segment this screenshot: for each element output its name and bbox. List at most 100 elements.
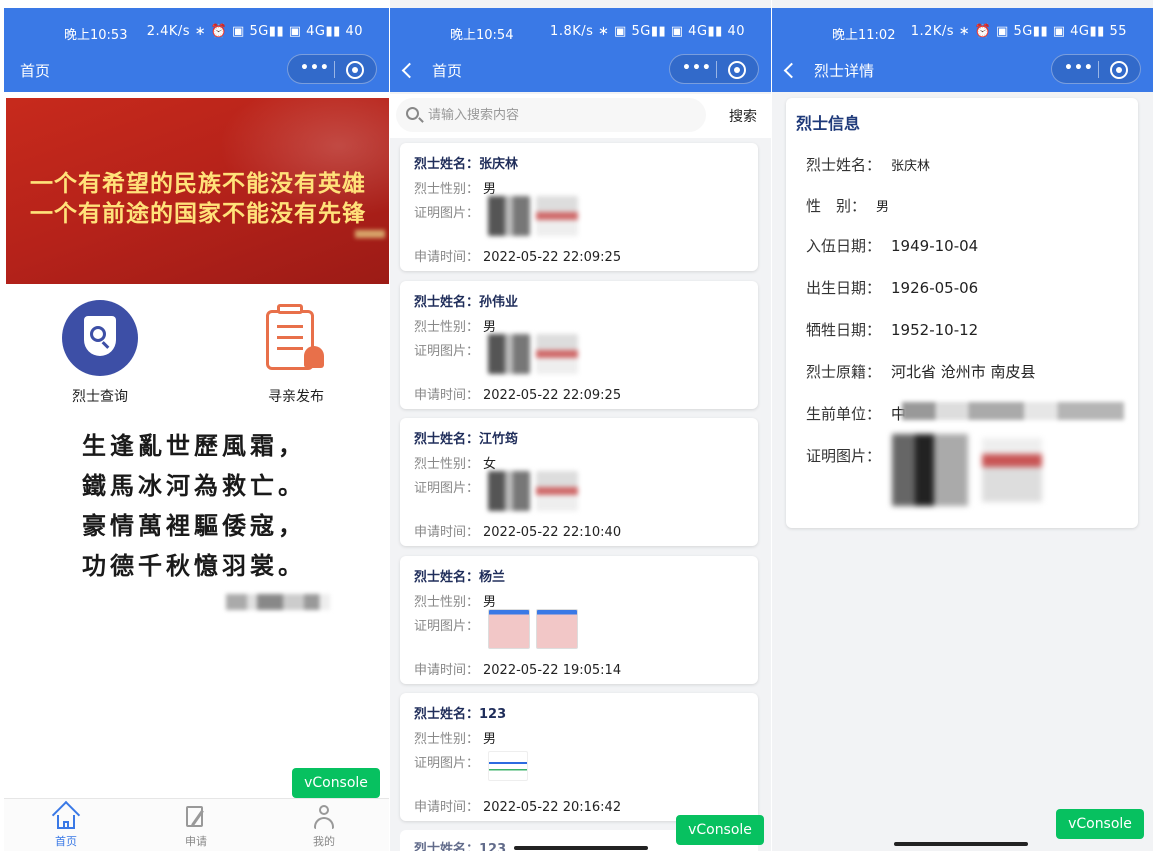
record-time-label: 申请时间： — [414, 525, 480, 540]
status-time: 晚上10:53 — [64, 28, 128, 43]
detail-value: 男 — [876, 200, 890, 215]
tab-mine[interactable]: 我的 — [294, 805, 354, 849]
page-title: 首页 — [432, 62, 463, 80]
tab-home[interactable]: 首页 — [36, 800, 96, 849]
capsule-divider — [1098, 61, 1099, 78]
back-icon[interactable] — [783, 62, 800, 79]
miniprogram-capsule: ••• — [287, 54, 377, 84]
close-miniprogram-icon[interactable] — [728, 61, 746, 79]
family-search-post-entry[interactable]: 寻亲发布 — [236, 300, 356, 406]
record-card[interactable]: 烈士姓名：张庆林 烈士性别：男证明图片： 申请时间： 2022-05-22 22:09… — [400, 143, 758, 271]
home-screen: 晚上10:53 2.4K/s ∗ ⏰ ▣ 5G▮▮ ▣ 4G▮▮ 40 首页 •… — [4, 0, 389, 851]
martyr-detail-screen: 晚上11:02 1.2K/s ∗ ⏰ ▣ 5G▮▮ ▣ 4G▮▮ 55 烈士详情… — [772, 0, 1153, 851]
record-images-label: 证明图片： — [414, 619, 480, 634]
record-name-label: 烈士姓名： — [414, 295, 480, 310]
record-name-value: 江竹筠 — [479, 432, 519, 447]
record-time: 申请时间： 2022-05-22 22:10:40 — [414, 521, 621, 540]
record-sex-value: 男 — [483, 182, 497, 197]
more-icon[interactable]: ••• — [682, 60, 712, 76]
proof-thumbnail[interactable] — [488, 609, 530, 649]
back-icon[interactable] — [401, 62, 418, 79]
detail-label: 烈士原籍： — [806, 363, 882, 381]
tab-apply-label: 申请 — [185, 835, 207, 848]
proof-thumbnail[interactable] — [488, 471, 530, 511]
record-time-label: 申请时间： — [414, 663, 480, 678]
proof-thumbnail[interactable] — [536, 471, 578, 511]
status-bar: 晚上10:53 2.4K/s ∗ ⏰ ▣ 5G▮▮ ▣ 4G▮▮ 40 — [4, 8, 389, 52]
record-sex-value: 男 — [483, 320, 497, 335]
record-time-label: 申请时间： — [414, 800, 480, 815]
miniprogram-capsule: ••• — [669, 54, 759, 84]
vconsole-button[interactable]: vConsole — [676, 815, 764, 845]
blurred-tag — [355, 230, 385, 238]
poem-line: 豪情萬裡驅倭寇， — [82, 511, 306, 540]
tab-bar: 首页 申请 我的 — [4, 798, 389, 851]
user-icon — [311, 805, 337, 829]
status-time: 晚上11:02 — [832, 28, 896, 43]
nav-bar: 烈士详情 ••• — [772, 52, 1153, 92]
record-sex: 烈士性别：男 — [414, 728, 496, 747]
close-miniprogram-icon[interactable] — [346, 61, 364, 79]
record-name-partial: 烈士姓名：123 — [414, 842, 507, 851]
record-images-label: 证明图片： — [414, 206, 480, 221]
record-card[interactable]: 烈士姓名：123 烈士性别：男证明图片： 申请时间： 2022-05-22 20:16… — [400, 693, 758, 821]
tab-apply[interactable]: 申请 — [166, 805, 226, 849]
proof-thumbnail[interactable] — [536, 609, 578, 649]
proof-thumbnail[interactable] — [488, 751, 528, 781]
home-indicator — [514, 846, 648, 850]
search-button[interactable]: 搜索 — [729, 106, 757, 126]
detail-row-name: 烈士姓名： 张庆林 — [806, 154, 930, 175]
vconsole-button[interactable]: vConsole — [292, 768, 380, 798]
page-title: 烈士详情 — [814, 62, 875, 80]
martyr-query-entry[interactable]: 烈士查询 — [40, 300, 160, 406]
banner-slogan-1: 一个有希望的民族不能没有英雄 — [30, 170, 366, 197]
detail-row-birth-date: 出生日期： 1926-05-06 — [806, 277, 978, 298]
record-name: 烈士姓名：孙伟业 — [414, 291, 518, 310]
record-time-value: 2022-05-22 22:09:25 — [483, 388, 622, 403]
record-images: 证明图片： — [414, 202, 479, 221]
record-images: 证明图片： — [414, 340, 479, 359]
record-images: 证明图片： — [414, 615, 479, 634]
status-indicators: 1.2K/s ∗ ⏰ ▣ 5G▮▮ ▣ 4G▮▮ 55 — [910, 24, 1127, 39]
proof-thumbnail[interactable] — [488, 334, 530, 374]
search-bar: 搜索 — [390, 94, 771, 138]
vconsole-button[interactable]: vConsole — [1056, 809, 1144, 839]
record-name-value: 孙伟业 — [479, 295, 519, 310]
blurred-signature — [226, 594, 330, 610]
proof-image[interactable] — [982, 438, 1042, 502]
search-input[interactable] — [428, 104, 688, 126]
nav-bar: 首页 ••• — [390, 52, 771, 92]
detail-value: 1949-10-04 — [891, 237, 979, 255]
detail-row-sex: 性 别： 男 — [806, 195, 889, 216]
proof-thumbnail[interactable] — [536, 196, 578, 236]
shield-search-icon — [62, 300, 138, 376]
more-icon[interactable]: ••• — [1064, 60, 1094, 76]
detail-label: 入伍日期： — [806, 237, 882, 255]
record-images-label: 证明图片： — [414, 481, 480, 496]
more-icon[interactable]: ••• — [300, 60, 330, 76]
record-card[interactable]: 烈士姓名：孙伟业 烈士性别：男证明图片： 申请时间： 2022-05-22 22:09… — [400, 281, 758, 409]
record-sex-value: 男 — [483, 732, 497, 747]
record-card[interactable]: 烈士姓名：江竹筠 烈士性别：女证明图片： 申请时间： 2022-05-22 22:10… — [400, 418, 758, 546]
record-name: 烈士姓名：123 — [414, 703, 506, 722]
proof-thumbnail[interactable] — [488, 196, 530, 236]
proof-image[interactable] — [892, 434, 968, 506]
record-time-label: 申请时间： — [414, 388, 480, 403]
record-name-label: 烈士姓名： — [414, 432, 480, 447]
record-name: 烈士姓名：杨兰 — [414, 566, 505, 585]
record-images-label: 证明图片： — [414, 344, 480, 359]
detail-row-enlist-date: 入伍日期： 1949-10-04 — [806, 235, 978, 256]
record-card[interactable]: 烈士姓名：杨兰 烈士性别：男证明图片： 申请时间： 2022-05-22 19:05:… — [400, 556, 758, 684]
record-name: 烈士姓名：江竹筠 — [414, 428, 518, 447]
edit-icon — [183, 805, 209, 829]
record-images-label: 证明图片： — [414, 756, 480, 771]
proof-thumbnail[interactable] — [536, 334, 578, 374]
poem-line: 生逢亂世歷風霜， — [82, 431, 306, 460]
record-list-screen: 晚上10:54 1.8K/s ∗ ▣ 5G▮▮ ▣ 4G▮▮ 40 首页 •••… — [390, 0, 771, 851]
detail-label: 出生日期： — [806, 279, 882, 297]
record-sex: 烈士性别：女 — [414, 453, 496, 472]
status-indicators: 1.8K/s ∗ ▣ 5G▮▮ ▣ 4G▮▮ 40 — [550, 24, 745, 39]
nav-bar: 首页 ••• — [4, 52, 389, 92]
record-images: 证明图片： — [414, 752, 479, 771]
close-miniprogram-icon[interactable] — [1110, 61, 1128, 79]
